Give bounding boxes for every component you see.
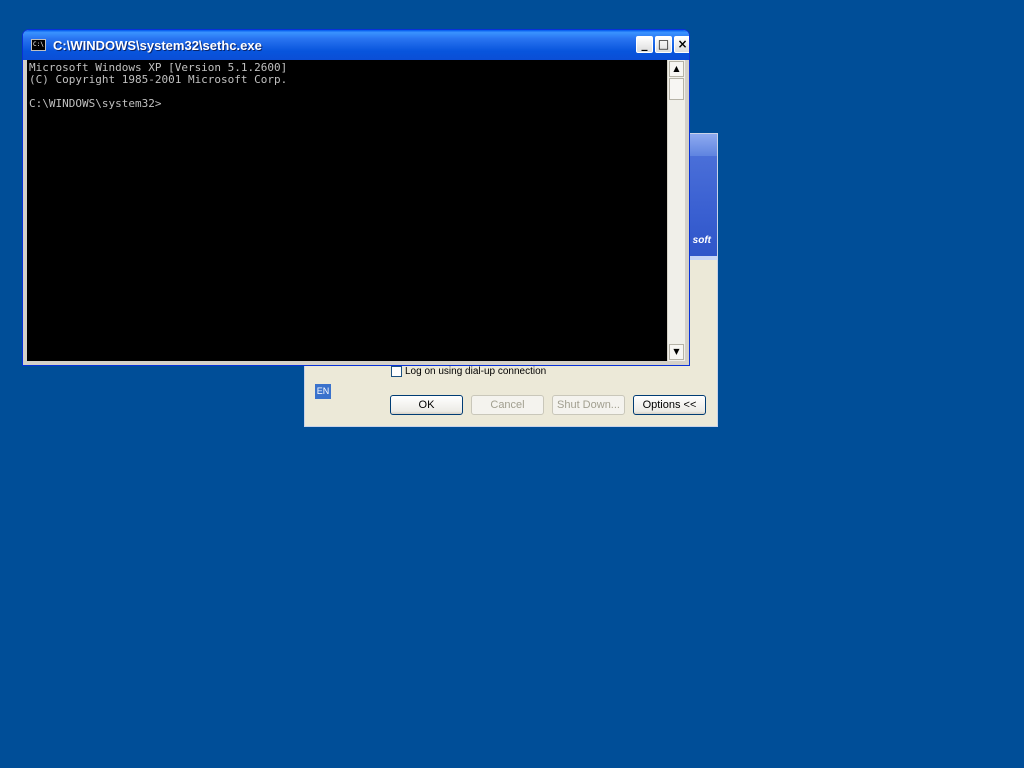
console-titlebar[interactable]: C:\ C:\WINDOWS\system32\sethc.exe _ □ × <box>23 30 689 60</box>
cmd-icon[interactable]: C:\ <box>31 39 46 51</box>
scroll-thumb[interactable] <box>669 78 684 100</box>
console-output[interactable]: Microsoft Windows XP [Version 5.1.2600] … <box>27 60 667 361</box>
ok-button[interactable]: OK <box>390 395 463 415</box>
desktop: soft Log on using dial-up connection EN … <box>0 0 1024 768</box>
cancel-button[interactable]: Cancel <box>471 395 544 415</box>
console-text: Microsoft Windows XP [Version 5.1.2600] … <box>29 62 287 110</box>
dialup-checkbox[interactable] <box>391 365 402 377</box>
shutdown-button[interactable]: Shut Down... <box>552 395 625 415</box>
console-title: C:\WINDOWS\system32\sethc.exe <box>53 38 262 53</box>
console-window: C:\ C:\WINDOWS\system32\sethc.exe _ □ × … <box>22 29 690 366</box>
minimize-button[interactable]: _ <box>636 36 653 53</box>
options-button[interactable]: Options << <box>633 395 706 415</box>
microsoft-logo-text: soft <box>692 235 711 246</box>
dialup-option[interactable]: Log on using dial-up connection <box>391 364 546 378</box>
console-line: (C) Copyright 1985-2001 Microsoft Corp. <box>29 73 288 86</box>
maximize-button[interactable]: □ <box>655 36 672 53</box>
vertical-scrollbar[interactable]: ▲ ▼ <box>667 60 685 361</box>
close-button[interactable]: × <box>674 36 689 53</box>
scroll-up-arrow-icon[interactable]: ▲ <box>669 61 684 77</box>
scroll-down-arrow-icon[interactable]: ▼ <box>669 344 684 360</box>
console-prompt: C:\WINDOWS\system32> <box>29 97 162 110</box>
dialup-label: Log on using dial-up connection <box>405 365 547 377</box>
language-indicator[interactable]: EN <box>315 384 331 399</box>
